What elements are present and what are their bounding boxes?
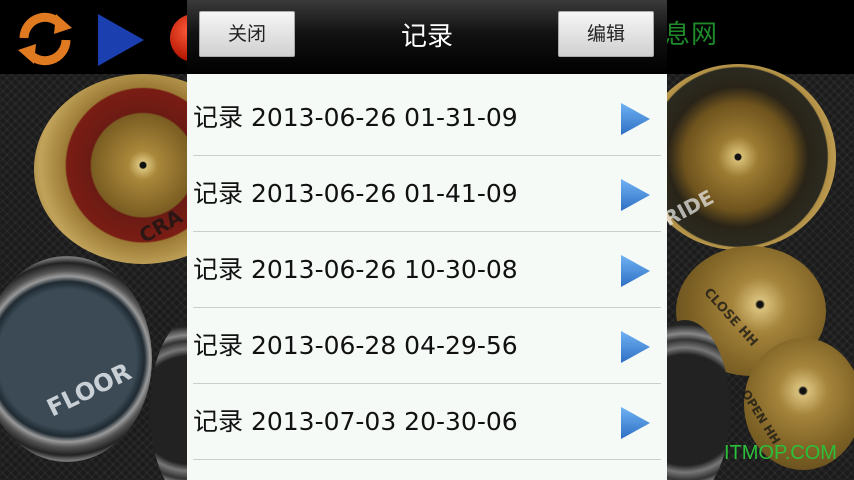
record-label: 记录 2013-06-26 01-31-09 xyxy=(193,103,518,132)
play-icon[interactable] xyxy=(619,102,651,136)
play-icon[interactable] xyxy=(619,178,651,212)
refresh-icon[interactable] xyxy=(14,8,76,70)
records-list: 记录 2013-06-26 01-31-09 记录 2013-06-26 01-… xyxy=(187,80,667,460)
dialog-header: 记录 关闭 编辑 xyxy=(187,0,667,74)
record-label: 记录 2013-06-26 01-41-09 xyxy=(193,179,518,208)
record-label: 记录 2013-06-26 10-30-08 xyxy=(193,255,518,284)
play-icon[interactable] xyxy=(619,254,651,288)
edit-button[interactable]: 编辑 xyxy=(558,11,654,57)
record-label: 记录 2013-06-28 04-29-56 xyxy=(193,331,518,360)
record-row[interactable]: 记录 2013-06-26 01-31-09 xyxy=(193,80,661,156)
close-button[interactable]: 关闭 xyxy=(199,11,295,57)
record-row[interactable]: 记录 2013-06-26 01-41-09 xyxy=(193,156,661,232)
records-dialog: 记录 关闭 编辑 记录 2013-06-26 01-31-09 记录 2013-… xyxy=(187,0,667,480)
watermark-top: 息网 xyxy=(664,20,719,50)
record-row[interactable]: 记录 2013-06-26 10-30-08 xyxy=(193,232,661,308)
play-icon[interactable] xyxy=(619,330,651,364)
record-row[interactable]: 记录 2013-06-28 04-29-56 xyxy=(193,308,661,384)
watermark-bottom: ITMOP.COM xyxy=(724,442,837,464)
floor-tom[interactable] xyxy=(0,256,152,462)
record-label: 记录 2013-07-03 20-30-06 xyxy=(193,407,518,436)
play-icon[interactable] xyxy=(96,12,146,68)
play-icon[interactable] xyxy=(619,406,651,440)
record-row[interactable]: 记录 2013-07-03 20-30-06 xyxy=(193,384,661,460)
